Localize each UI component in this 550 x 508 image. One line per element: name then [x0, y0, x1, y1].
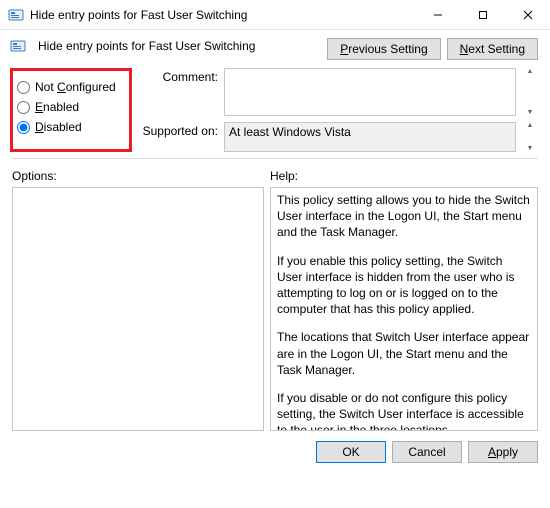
comment-scroll-up-icon[interactable]: ▲ [527, 68, 534, 75]
radio-not-configured-label: Not Configured [35, 80, 116, 94]
options-label: Options: [12, 169, 270, 183]
apply-button[interactable]: Apply [468, 441, 538, 463]
cancel-button[interactable]: Cancel [392, 441, 462, 463]
help-paragraph: This policy setting allows you to hide t… [277, 192, 531, 241]
ok-button[interactable]: OK [316, 441, 386, 463]
radio-enabled[interactable]: Enabled [17, 97, 123, 117]
radio-enabled-input[interactable] [17, 101, 30, 114]
help-pane: This policy setting allows you to hide t… [270, 187, 538, 431]
policy-title: Hide entry points for Fast User Switchin… [38, 39, 255, 53]
radio-disabled-label: Disabled [35, 120, 82, 134]
radio-disabled[interactable]: Disabled [17, 117, 123, 137]
maximize-button[interactable] [460, 0, 505, 29]
supported-scroll-up-icon[interactable]: ▲ [527, 122, 534, 129]
comment-textarea[interactable] [224, 68, 516, 116]
header: Hide entry points for Fast User Switchin… [0, 30, 550, 64]
next-setting-button[interactable]: Next Setting [447, 38, 538, 60]
radio-not-configured[interactable]: Not Configured [17, 77, 123, 97]
radio-enabled-label: Enabled [35, 100, 79, 114]
minimize-button[interactable] [415, 0, 460, 29]
window-controls [415, 0, 550, 29]
close-button[interactable] [505, 0, 550, 29]
comment-spinner: ▲ ▼ [522, 68, 538, 116]
help-paragraph: If you disable or do not configure this … [277, 390, 531, 431]
app-icon [8, 7, 24, 23]
help-paragraph: The locations that Switch User interface… [277, 329, 531, 378]
footer-buttons: OK Cancel Apply [0, 431, 550, 463]
titlebar: Hide entry points for Fast User Switchin… [0, 0, 550, 30]
previous-setting-button[interactable]: Previous Setting [327, 38, 440, 60]
lower-area: Options: Help: This policy setting allow… [0, 159, 550, 431]
policy-icon [10, 38, 26, 54]
comment-label: Comment: [140, 68, 218, 84]
help-paragraph: If you enable this policy setting, the S… [277, 253, 531, 318]
help-label: Help: [270, 169, 298, 183]
radio-disabled-input[interactable] [17, 121, 30, 134]
supported-on-text: At least Windows Vista [224, 122, 516, 152]
radio-not-configured-input[interactable] [17, 81, 30, 94]
options-pane [12, 187, 264, 431]
supported-label: Supported on: [140, 122, 218, 138]
comment-scroll-down-icon[interactable]: ▼ [527, 109, 534, 116]
supported-spinner: ▲ ▼ [522, 122, 538, 152]
state-radio-group: Not Configured Enabled Disabled [10, 68, 132, 152]
config-area: Not Configured Enabled Disabled Comment:… [0, 64, 550, 152]
window-title: Hide entry points for Fast User Switchin… [30, 8, 415, 22]
supported-scroll-down-icon[interactable]: ▼ [527, 145, 534, 152]
